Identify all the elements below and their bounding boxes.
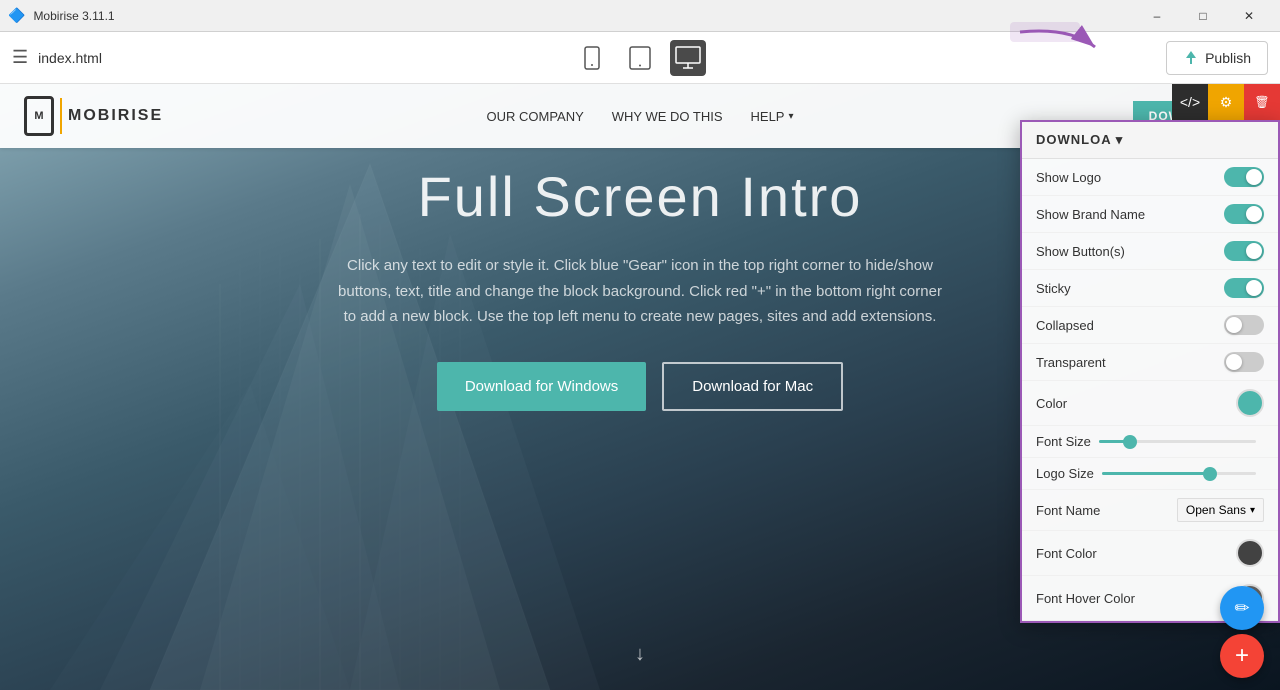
collapsed-label: Collapsed	[1036, 318, 1094, 333]
desktop-device-button[interactable]	[670, 40, 706, 76]
app-title: Mobirise 3.11.1	[33, 9, 114, 23]
font-hover-color-label: Font Hover Color	[1036, 591, 1135, 606]
settings-row-show-brand: Show Brand Name	[1022, 196, 1278, 233]
logo-size-label: Logo Size	[1036, 466, 1094, 481]
settings-row-collapsed: Collapsed	[1022, 307, 1278, 344]
toggle-knob	[1226, 354, 1242, 370]
collapsed-toggle[interactable]	[1224, 315, 1264, 335]
settings-row-show-buttons: Show Button(s)	[1022, 233, 1278, 270]
close-button[interactable]: ✕	[1226, 0, 1272, 32]
hero-title[interactable]: Full Screen Intro	[418, 164, 863, 229]
show-buttons-toggle[interactable]	[1224, 241, 1264, 261]
toggle-knob	[1246, 169, 1262, 185]
publish-button[interactable]: Publish	[1166, 41, 1268, 75]
website-preview: M MOBIRISE OUR COMPANY WHY WE DO THIS HE…	[0, 84, 1280, 690]
show-brand-toggle[interactable]	[1224, 204, 1264, 224]
menu-icon[interactable]: ☰	[12, 47, 28, 68]
font-name-dropdown[interactable]: Open Sans ▾	[1177, 498, 1264, 522]
font-size-label: Font Size	[1036, 434, 1091, 449]
trash-button[interactable]: 🗑	[1244, 84, 1280, 120]
action-bar: </> ⚙ 🗑	[1172, 84, 1280, 120]
logo-letter: M	[34, 110, 43, 122]
show-logo-label: Show Logo	[1036, 170, 1101, 185]
settings-row-transparent: Transparent	[1022, 344, 1278, 381]
toolbar: ☰ index.html	[0, 32, 1280, 84]
show-logo-toggle[interactable]	[1224, 167, 1264, 187]
dropdown-chevron-icon: ▾	[1250, 505, 1255, 516]
transparent-label: Transparent	[1036, 355, 1106, 370]
file-name: index.html	[38, 50, 102, 66]
edit-fab-button[interactable]: ✏	[1220, 586, 1264, 630]
main-area: M MOBIRISE OUR COMPANY WHY WE DO THIS HE…	[0, 84, 1280, 690]
mobile-device-button[interactable]	[574, 40, 610, 76]
font-name-label: Font Name	[1036, 503, 1100, 518]
hero-subtitle[interactable]: Click any text to edit or style it. Clic…	[330, 253, 950, 330]
show-brand-label: Show Brand Name	[1036, 207, 1145, 222]
download-windows-button[interactable]: Download for Windows	[437, 362, 646, 411]
transparent-toggle[interactable]	[1224, 352, 1264, 372]
font-color-label: Font Color	[1036, 546, 1097, 561]
sticky-label: Sticky	[1036, 281, 1071, 296]
settings-row-font-size: Font Size	[1022, 426, 1278, 458]
settings-row-logo-size: Logo Size	[1022, 458, 1278, 490]
title-bar: 🔷 Mobirise 3.11.1 – □ ✕	[0, 0, 1280, 32]
font-name-value: Open Sans	[1186, 503, 1246, 517]
publish-label: Publish	[1205, 50, 1251, 66]
settings-row-font-color: Font Color	[1022, 531, 1278, 576]
sticky-toggle[interactable]	[1224, 278, 1264, 298]
toggle-knob	[1226, 317, 1242, 333]
code-button[interactable]: </>	[1172, 84, 1208, 120]
scroll-arrow[interactable]: ↓	[635, 643, 645, 666]
toggle-knob	[1246, 280, 1262, 296]
edit-icon: ✏	[1234, 598, 1249, 619]
app-icon: 🔷	[8, 7, 25, 24]
maximize-button[interactable]: □	[1180, 0, 1226, 32]
nav-links: OUR COMPANY WHY WE DO THIS HELP ▾	[487, 109, 794, 124]
toggle-knob	[1246, 206, 1262, 222]
color-swatch[interactable]	[1236, 389, 1264, 417]
hero-buttons: Download for Windows Download for Mac	[437, 362, 843, 411]
gear-button[interactable]: ⚙	[1208, 84, 1244, 120]
settings-row-sticky: Sticky	[1022, 270, 1278, 307]
nav-link-help[interactable]: HELP ▾	[751, 109, 794, 124]
settings-header: DOWNLOA ▾	[1022, 122, 1278, 159]
settings-panel: DOWNLOA ▾ Show Logo Show Brand Name Show…	[1020, 120, 1280, 623]
nav-link-why[interactable]: WHY WE DO THIS	[612, 109, 723, 124]
add-icon: +	[1235, 642, 1249, 670]
brand-name: MOBIRISE	[68, 107, 163, 125]
nav-link-company[interactable]: OUR COMPANY	[487, 109, 584, 124]
add-fab-button[interactable]: +	[1220, 634, 1264, 678]
settings-row-font-name: Font Name Open Sans ▾	[1022, 490, 1278, 531]
nav-logo: M MOBIRISE	[24, 96, 487, 136]
toggle-knob	[1246, 243, 1262, 259]
font-color-swatch[interactable]	[1236, 539, 1264, 567]
tablet-device-button[interactable]	[622, 40, 658, 76]
font-size-slider[interactable]	[1091, 440, 1264, 443]
show-buttons-label: Show Button(s)	[1036, 244, 1125, 259]
logo-size-slider[interactable]	[1094, 472, 1264, 475]
settings-row-show-logo: Show Logo	[1022, 159, 1278, 196]
settings-row-color: Color	[1022, 381, 1278, 426]
color-label: Color	[1036, 396, 1067, 411]
download-mac-button[interactable]: Download for Mac	[662, 362, 843, 411]
minimize-button[interactable]: –	[1134, 0, 1180, 32]
